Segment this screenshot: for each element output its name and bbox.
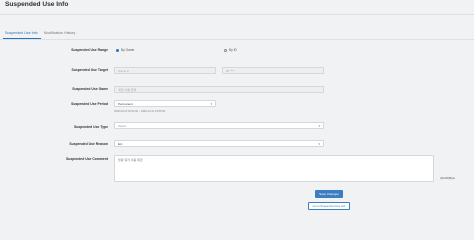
target-game-field: Game # (114, 67, 216, 74)
radio-by-game-label: By Game (121, 48, 135, 52)
game-name-value: 게임 이름 입력 (118, 87, 137, 92)
chevron-down-icon: ▾ (210, 101, 212, 106)
target-id-field: ID **** (222, 67, 324, 74)
chevron-down-icon: ▾ (318, 123, 320, 128)
save-changes-button[interactable]: Save Changes (315, 190, 343, 198)
tab-divider (0, 39, 474, 40)
reason-label: Suspended Use Reason (69, 142, 108, 146)
target-game-value: Game # (118, 68, 129, 73)
title-divider (0, 14, 474, 15)
game-name-label: Suspended Use Game (72, 87, 108, 91)
reason-value: Etc (118, 141, 123, 146)
target-id-value: ID **** (226, 68, 235, 73)
period-value: Permanent (118, 101, 133, 106)
page-title: Suspended Use Info (5, 1, 69, 8)
comment-label: Suspended Use Comment (65, 157, 108, 161)
period-label: Suspended Use Period (71, 102, 108, 106)
radio-by-id[interactable]: By ID (224, 48, 237, 52)
game-name-field: 게임 이름 입력 (114, 86, 324, 93)
radio-by-game[interactable]: By Game (116, 48, 134, 52)
target-label: Suspended Use Target (71, 68, 109, 72)
period-helper-text: 0000-00-00 00:00:00 ~ 9999-12-31 23:59:5… (114, 110, 166, 113)
radio-by-id-label: By ID (229, 48, 237, 52)
chevron-down-icon: ▾ (318, 141, 320, 146)
radio-selected-icon (116, 48, 119, 52)
comment-byte-counter: (0/1000)Byte (440, 177, 455, 180)
reason-select[interactable]: Etc ▾ (114, 140, 324, 147)
comment-value: 불량 유저 이용 제한 (118, 157, 143, 162)
tab-suspended-use-info[interactable]: Suspended Use Info (5, 31, 38, 35)
type-value: Select (118, 123, 127, 128)
radio-unselected-icon (224, 48, 227, 52)
tab-modification-history[interactable]: Modification History (44, 31, 75, 35)
comment-textarea[interactable]: 불량 유저 이용 제한 (114, 155, 434, 182)
period-select[interactable]: Permanent ▾ (114, 100, 216, 107)
go-to-list-button[interactable]: Go to Suspended Use List (308, 202, 350, 210)
range-label: Suspended Use Range (71, 48, 108, 52)
type-label: Suspended Use Type (73, 125, 108, 129)
type-select[interactable]: Select ▾ (114, 122, 324, 129)
